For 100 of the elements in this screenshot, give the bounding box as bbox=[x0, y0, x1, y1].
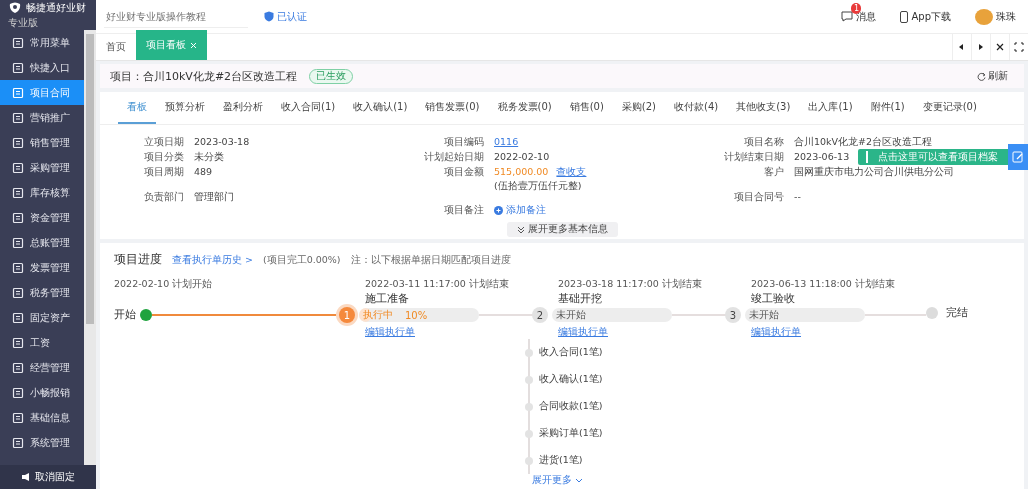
document-item: 采购订单(1笔) bbox=[539, 427, 603, 440]
view-link[interactable]: 查收支 bbox=[556, 165, 587, 179]
document-icon bbox=[12, 286, 24, 299]
status-text: 未开始 bbox=[749, 308, 779, 322]
sidebar-item[interactable]: 常用菜单 bbox=[0, 30, 84, 55]
edit-link[interactable]: 编辑执行单 bbox=[751, 326, 801, 339]
tooltip-text: 点击这里可以查看项目档案 bbox=[878, 150, 998, 164]
amount-in-words: (伍拾壹万伍仟元整) bbox=[494, 179, 583, 193]
start-date: 2022-02-10 计划开始 bbox=[114, 278, 214, 291]
completion-text: (项目完工0.00%) bbox=[263, 254, 341, 267]
tab[interactable]: 收入合同(1) bbox=[272, 92, 345, 124]
expand-more-button[interactable]: 展开更多 bbox=[532, 474, 583, 487]
tab[interactable]: 出入库(1) bbox=[799, 92, 862, 124]
sidebar-item[interactable]: 采购管理 bbox=[0, 155, 84, 180]
field-value: 489 bbox=[194, 165, 213, 179]
sidebar-item[interactable]: 库存核算 bbox=[0, 180, 84, 205]
field-label: 计划结束日期 bbox=[724, 150, 784, 164]
field-label: 客户 bbox=[764, 165, 784, 179]
sidebar-item[interactable]: 快捷入口 bbox=[0, 55, 84, 80]
tab[interactable]: 销售发票(0) bbox=[416, 92, 489, 124]
field-label: 项目合同号 bbox=[734, 190, 784, 204]
expand-button[interactable]: 展开更多基本信息 bbox=[506, 222, 618, 237]
field-label: 项目周期 bbox=[144, 165, 184, 179]
status-text: 未开始 bbox=[556, 308, 586, 322]
sidebar-item[interactable]: 发票管理 bbox=[0, 255, 84, 280]
sidebar-item[interactable]: 销售管理 bbox=[0, 130, 84, 155]
tab[interactable]: 收入确认(1) bbox=[344, 92, 417, 124]
sidebar-item[interactable]: 固定资产 bbox=[0, 305, 84, 330]
document-item: 收入合同(1笔) bbox=[539, 346, 603, 359]
document-icon bbox=[12, 211, 24, 224]
refresh-icon bbox=[977, 71, 986, 81]
verified-label: 已认证 bbox=[264, 9, 307, 24]
refresh-button[interactable]: 刷新 bbox=[971, 68, 1014, 84]
tab[interactable]: 附件(1) bbox=[861, 92, 914, 124]
sidebar-item[interactable]: 税务管理 bbox=[0, 280, 84, 305]
field-label: 项目分类 bbox=[144, 150, 184, 164]
field-label: 项目名称 bbox=[744, 135, 784, 149]
sidebar-item[interactable]: 总账管理 bbox=[0, 230, 84, 255]
sidebar-item[interactable]: 营销推广 bbox=[0, 105, 84, 130]
app-button[interactable]: App下载 bbox=[896, 9, 955, 24]
close-icon[interactable] bbox=[995, 42, 1005, 52]
tab[interactable]: 预算分析 bbox=[156, 92, 214, 124]
tab[interactable]: 看板 bbox=[118, 92, 156, 124]
field-value: -- bbox=[794, 190, 801, 204]
tab[interactable]: 税务发票(0) bbox=[488, 92, 561, 124]
tab[interactable]: 其他收支(3) bbox=[727, 92, 800, 124]
document-icon bbox=[12, 411, 24, 424]
stage-date: 2023-03-18 11:17:00 计划结束 bbox=[558, 278, 703, 291]
stage-date: 2023-06-13 11:18:00 计划结束 bbox=[751, 278, 896, 291]
fullscreen-icon[interactable] bbox=[1014, 42, 1024, 52]
tab[interactable]: 变更记录(0) bbox=[913, 92, 986, 124]
tab[interactable]: 采购(2) bbox=[612, 92, 666, 124]
sidebar-item[interactable]: 经营管理 bbox=[0, 355, 84, 380]
sidebar-item[interactable]: 系统管理 bbox=[0, 430, 84, 455]
sidebar-item[interactable]: 基础信息 bbox=[0, 405, 84, 430]
add-note-link[interactable]: 添加备注 bbox=[494, 203, 546, 217]
document-item: 合同收款(1笔) bbox=[539, 400, 603, 413]
step-number: 1 bbox=[339, 307, 355, 323]
field-label: 计划起始日期 bbox=[424, 150, 484, 164]
avatar-icon bbox=[975, 8, 993, 25]
document-icon bbox=[12, 61, 24, 74]
sidebar-item[interactable]: 资金管理 bbox=[0, 205, 84, 230]
field-value: 2023-03-18 bbox=[194, 135, 250, 149]
sidebar-item[interactable]: 小畅报销 bbox=[0, 380, 84, 405]
page-tab[interactable]: 首页 bbox=[96, 34, 136, 60]
tab[interactable]: 销售(0) bbox=[560, 92, 613, 124]
document-icon bbox=[12, 336, 24, 349]
edit-link[interactable]: 编辑执行单 bbox=[558, 326, 608, 339]
search-field[interactable]: 好业财专业版操作教程 bbox=[104, 5, 248, 28]
code-link[interactable]: 0116 bbox=[494, 135, 519, 149]
tab[interactable]: 盈利分析 bbox=[214, 92, 272, 124]
project-title: 项目：合川10kV化龙#2台区改造工程 bbox=[110, 68, 298, 84]
step-number: 3 bbox=[725, 307, 741, 323]
user-button[interactable]: 珠珠 bbox=[971, 8, 1020, 25]
field-value: 2023-06-13 bbox=[794, 150, 850, 164]
document-icon bbox=[12, 111, 24, 124]
history-link[interactable]: 查看执行单历史 > bbox=[172, 254, 253, 267]
document-icon bbox=[12, 136, 24, 149]
plus-icon bbox=[494, 205, 503, 215]
edit-icon bbox=[1012, 151, 1024, 163]
document-icon bbox=[12, 36, 24, 49]
edit-link[interactable]: 编辑执行单 bbox=[365, 326, 415, 339]
chevron-down-icon bbox=[575, 478, 583, 483]
unpin-button[interactable]: 取消固定 bbox=[0, 465, 96, 489]
stage-title: 竣工验收 bbox=[751, 292, 796, 306]
chat-icon bbox=[841, 11, 854, 22]
sidebar-item[interactable]: 工资 bbox=[0, 330, 84, 355]
shield-icon bbox=[264, 11, 274, 22]
field-label: 项目备注 bbox=[444, 203, 484, 217]
document-icon bbox=[12, 361, 24, 374]
step-number: 2 bbox=[532, 307, 548, 323]
edition-label: 专业版 bbox=[8, 15, 39, 30]
scrollbar-thumb[interactable] bbox=[86, 34, 94, 324]
field-value: 合川10kV化龙#2台区改造工程 bbox=[794, 135, 933, 149]
scrollbar[interactable] bbox=[84, 30, 96, 465]
amount-value: 515,000.00 bbox=[494, 165, 549, 179]
field-value: 国网重庆市电力公司合川供电分公司 bbox=[794, 165, 954, 179]
tab[interactable]: 收付款(4) bbox=[665, 92, 728, 124]
field-label: 立项日期 bbox=[144, 135, 184, 149]
end-dot bbox=[926, 307, 938, 319]
